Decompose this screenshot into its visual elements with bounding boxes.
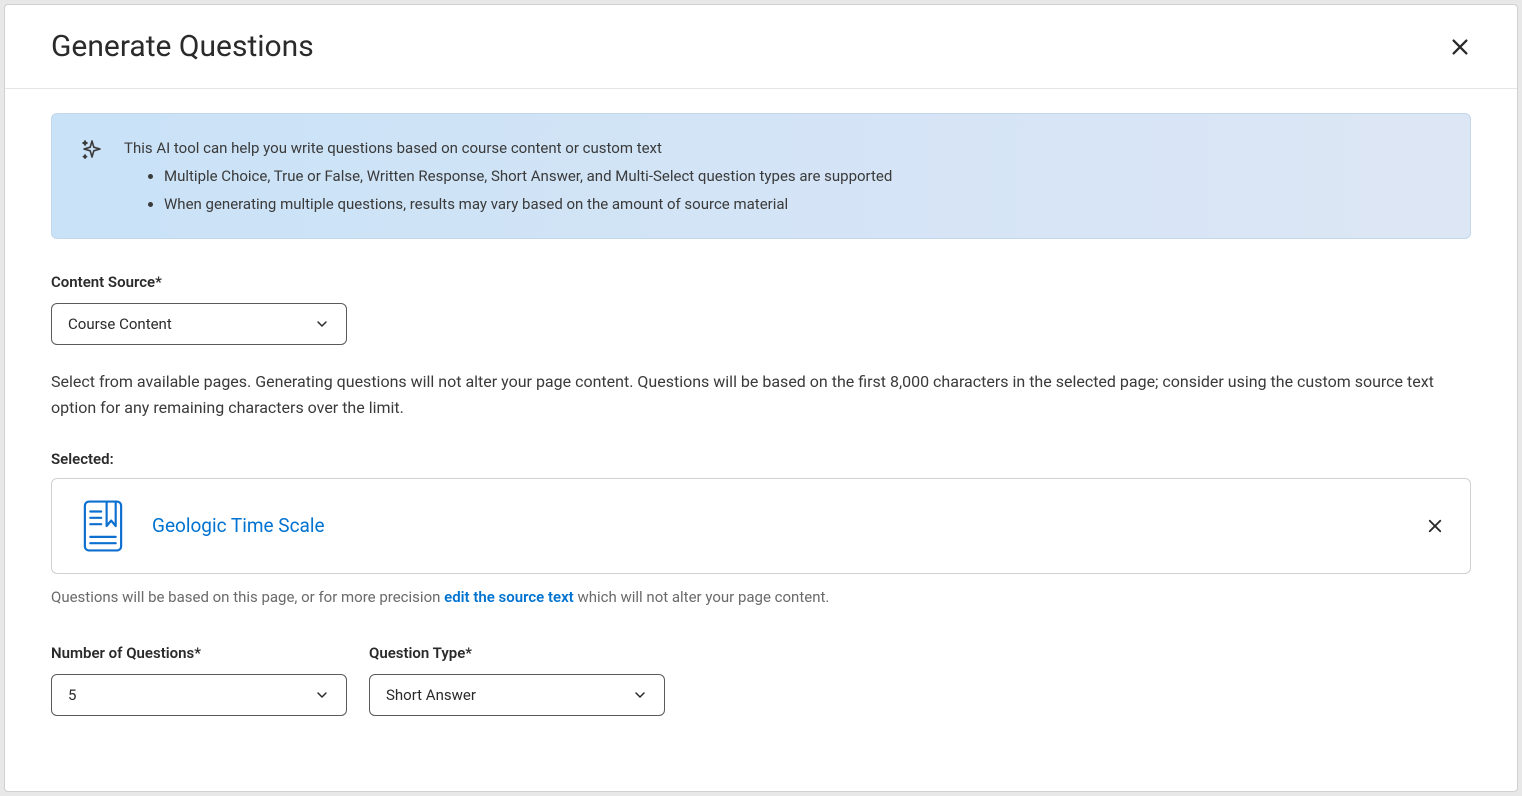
document-bookmark-icon — [74, 497, 132, 555]
close-icon — [1426, 517, 1444, 535]
selected-label: Selected: — [51, 450, 1471, 468]
selected-hint: Questions will be based on this page, or… — [51, 588, 1471, 606]
question-type-label: Question Type* — [369, 644, 665, 662]
ai-info-banner: This AI tool can help you write question… — [51, 113, 1471, 239]
modal-body: This AI tool can help you write question… — [5, 89, 1517, 791]
modal-title: Generate Questions — [51, 29, 314, 64]
num-questions-value: 5 — [68, 686, 76, 704]
chevron-down-icon — [632, 687, 648, 703]
hint-suffix: which will not alter your page content. — [574, 588, 830, 606]
content-source-value: Course Content — [68, 315, 172, 333]
modal-header: Generate Questions — [5, 5, 1517, 89]
edit-source-text-link[interactable]: edit the source text — [444, 588, 574, 606]
question-type-field: Question Type* Short Answer — [369, 644, 665, 716]
banner-intro: This AI tool can help you write question… — [124, 136, 1442, 160]
question-settings-row: Number of Questions* 5 Question Type* Sh… — [51, 644, 1471, 716]
remove-selected-button[interactable] — [1422, 513, 1448, 539]
close-icon — [1449, 36, 1471, 58]
question-type-dropdown[interactable]: Short Answer — [369, 674, 665, 716]
question-type-value: Short Answer — [386, 686, 476, 704]
num-questions-dropdown[interactable]: 5 — [51, 674, 347, 716]
banner-bullet-list: Multiple Choice, True or False, Written … — [124, 164, 1442, 216]
hint-prefix: Questions will be based on this page, or… — [51, 588, 444, 606]
content-source-helper: Select from available pages. Generating … — [51, 369, 1471, 422]
sparkle-icon — [80, 138, 104, 162]
banner-bullet: When generating multiple questions, resu… — [164, 192, 1442, 216]
generate-questions-modal: Generate Questions This AI tool can help… — [4, 4, 1518, 792]
chevron-down-icon — [314, 687, 330, 703]
banner-bullet: Multiple Choice, True or False, Written … — [164, 164, 1442, 188]
banner-content: This AI tool can help you write question… — [124, 136, 1442, 216]
content-source-label: Content Source* — [51, 273, 1471, 291]
num-questions-label: Number of Questions* — [51, 644, 347, 662]
selected-page-card: Geologic Time Scale — [51, 478, 1471, 574]
content-source-dropdown[interactable]: Course Content — [51, 303, 347, 345]
chevron-down-icon — [314, 316, 330, 332]
selected-page-link[interactable]: Geologic Time Scale — [152, 514, 1402, 537]
close-button[interactable] — [1443, 30, 1477, 64]
num-questions-field: Number of Questions* 5 — [51, 644, 347, 716]
